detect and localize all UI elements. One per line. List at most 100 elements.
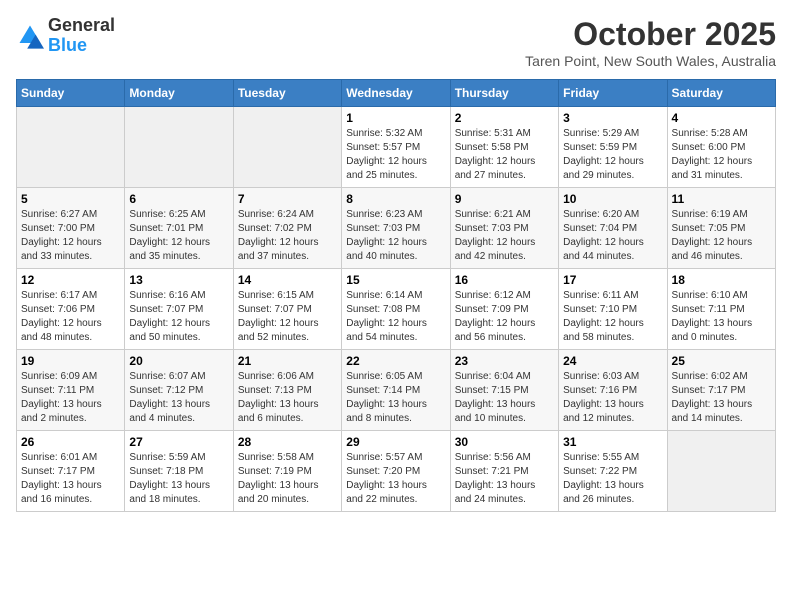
day-info: Sunrise: 6:25 AM Sunset: 7:01 PM Dayligh… (129, 208, 228, 264)
day-number: 4 (672, 111, 771, 125)
day-number: 25 (672, 354, 771, 368)
day-number: 19 (21, 354, 120, 368)
day-number: 13 (129, 273, 228, 287)
day-number: 14 (238, 273, 337, 287)
calendar-cell: 18 Sunrise: 6:10 AM Sunset: 7:11 PM Dayli… (667, 269, 775, 350)
day-number: 30 (455, 435, 554, 449)
day-info: Sunrise: 6:09 AM Sunset: 7:11 PM Dayligh… (21, 370, 120, 426)
day-info: Sunrise: 6:16 AM Sunset: 7:07 PM Dayligh… (129, 289, 228, 345)
calendar-week-row: 12Sunrise: 6:17 AM Sunset: 7:06 PM Dayli… (17, 269, 776, 350)
day-info: Sunrise: 6:12 AM Sunset: 7:09 PM Dayligh… (455, 289, 554, 345)
day-number: 5 (21, 192, 120, 206)
day-number: 29 (346, 435, 445, 449)
calendar-cell: 11 Sunrise: 6:19 AM Sunset: 7:05 PM Dayli… (667, 188, 775, 269)
day-info: Sunrise: 6:06 AM Sunset: 7:13 PM Dayligh… (238, 370, 337, 426)
location: Taren Point, New South Wales, Australia (525, 53, 776, 69)
day-number: 28 (238, 435, 337, 449)
calendar-cell: 25 Sunrise: 6:02 AM Sunset: 7:17 PM Dayli… (667, 350, 775, 431)
calendar-cell: 27 Sunrise: 5:59 AM Sunset: 7:18 PM Dayli… (125, 431, 233, 512)
day-number: 24 (563, 354, 662, 368)
day-number: 21 (238, 354, 337, 368)
day-number: 27 (129, 435, 228, 449)
calendar-week-row: 1 Sunrise: 5:32 AM Sunset: 5:57 PM Daylig… (17, 107, 776, 188)
day-number: 16 (455, 273, 554, 287)
day-number: 11 (672, 192, 771, 206)
calendar-cell: 15Sunrise: 6:14 AM Sunset: 7:08 PM Dayli… (342, 269, 450, 350)
day-info: Sunrise: 6:24 AM Sunset: 7:02 PM Dayligh… (238, 208, 337, 264)
logo-line2: Blue (48, 36, 115, 56)
day-number: 8 (346, 192, 445, 206)
calendar-cell: 7Sunrise: 6:24 AM Sunset: 7:02 PM Daylig… (233, 188, 341, 269)
calendar-cell (17, 107, 125, 188)
calendar-cell: 29 Sunrise: 5:57 AM Sunset: 7:20 PM Dayli… (342, 431, 450, 512)
calendar-cell: 19 Sunrise: 6:09 AM Sunset: 7:11 PM Dayli… (17, 350, 125, 431)
day-info: Sunrise: 5:57 AM Sunset: 7:20 PM Dayligh… (346, 451, 445, 507)
day-number: 18 (672, 273, 771, 287)
calendar-cell: 22Sunrise: 6:05 AM Sunset: 7:14 PM Dayli… (342, 350, 450, 431)
month-title: October 2025 (525, 16, 776, 53)
weekday-header: Tuesday (233, 80, 341, 107)
calendar-cell (233, 107, 341, 188)
calendar-cell: 5Sunrise: 6:27 AM Sunset: 7:00 PM Daylig… (17, 188, 125, 269)
day-info: Sunrise: 5:32 AM Sunset: 5:57 PM Dayligh… (346, 127, 445, 183)
day-number: 26 (21, 435, 120, 449)
calendar-cell: 9 Sunrise: 6:21 AM Sunset: 7:03 PM Daylig… (450, 188, 558, 269)
day-number: 10 (563, 192, 662, 206)
day-number: 6 (129, 192, 228, 206)
day-info: Sunrise: 6:07 AM Sunset: 7:12 PM Dayligh… (129, 370, 228, 426)
calendar-cell: 12Sunrise: 6:17 AM Sunset: 7:06 PM Dayli… (17, 269, 125, 350)
calendar-week-row: 26Sunrise: 6:01 AM Sunset: 7:17 PM Dayli… (17, 431, 776, 512)
calendar-week-row: 19 Sunrise: 6:09 AM Sunset: 7:11 PM Dayli… (17, 350, 776, 431)
weekday-header: Friday (559, 80, 667, 107)
day-number: 23 (455, 354, 554, 368)
day-number: 20 (129, 354, 228, 368)
calendar-cell: 3Sunrise: 5:29 AM Sunset: 5:59 PM Daylig… (559, 107, 667, 188)
calendar-cell: 21 Sunrise: 6:06 AM Sunset: 7:13 PM Dayli… (233, 350, 341, 431)
day-number: 31 (563, 435, 662, 449)
day-info: Sunrise: 6:20 AM Sunset: 7:04 PM Dayligh… (563, 208, 662, 264)
day-info: Sunrise: 6:04 AM Sunset: 7:15 PM Dayligh… (455, 370, 554, 426)
day-info: Sunrise: 6:23 AM Sunset: 7:03 PM Dayligh… (346, 208, 445, 264)
day-info: Sunrise: 5:59 AM Sunset: 7:18 PM Dayligh… (129, 451, 228, 507)
day-number: 12 (21, 273, 120, 287)
calendar-cell: 24 Sunrise: 6:03 AM Sunset: 7:16 PM Dayli… (559, 350, 667, 431)
day-info: Sunrise: 5:56 AM Sunset: 7:21 PM Dayligh… (455, 451, 554, 507)
day-info: Sunrise: 6:19 AM Sunset: 7:05 PM Dayligh… (672, 208, 771, 264)
day-number: 2 (455, 111, 554, 125)
day-info: Sunrise: 5:31 AM Sunset: 5:58 PM Dayligh… (455, 127, 554, 183)
calendar-header-row: SundayMondayTuesdayWednesdayThursdayFrid… (17, 80, 776, 107)
day-info: Sunrise: 5:55 AM Sunset: 7:22 PM Dayligh… (563, 451, 662, 507)
calendar-cell: 10 Sunrise: 6:20 AM Sunset: 7:04 PM Dayli… (559, 188, 667, 269)
calendar-cell (125, 107, 233, 188)
calendar-cell: 6 Sunrise: 6:25 AM Sunset: 7:01 PM Daylig… (125, 188, 233, 269)
logo-icon (16, 22, 44, 50)
day-info: Sunrise: 5:29 AM Sunset: 5:59 PM Dayligh… (563, 127, 662, 183)
day-info: Sunrise: 6:02 AM Sunset: 7:17 PM Dayligh… (672, 370, 771, 426)
calendar-cell: 13 Sunrise: 6:16 AM Sunset: 7:07 PM Dayli… (125, 269, 233, 350)
calendar-cell: 28Sunrise: 5:58 AM Sunset: 7:19 PM Dayli… (233, 431, 341, 512)
calendar-table: SundayMondayTuesdayWednesdayThursdayFrid… (16, 79, 776, 512)
weekday-header: Saturday (667, 80, 775, 107)
day-info: Sunrise: 6:21 AM Sunset: 7:03 PM Dayligh… (455, 208, 554, 264)
calendar-cell: 14Sunrise: 6:15 AM Sunset: 7:07 PM Dayli… (233, 269, 341, 350)
calendar-cell: 1 Sunrise: 5:32 AM Sunset: 5:57 PM Daylig… (342, 107, 450, 188)
day-number: 1 (346, 111, 445, 125)
calendar-cell: 17 Sunrise: 6:11 AM Sunset: 7:10 PM Dayli… (559, 269, 667, 350)
day-number: 9 (455, 192, 554, 206)
title-area: October 2025 Taren Point, New South Wale… (525, 16, 776, 69)
day-number: 17 (563, 273, 662, 287)
day-info: Sunrise: 6:14 AM Sunset: 7:08 PM Dayligh… (346, 289, 445, 345)
calendar-cell: 2 Sunrise: 5:31 AM Sunset: 5:58 PM Daylig… (450, 107, 558, 188)
calendar-cell: 20 Sunrise: 6:07 AM Sunset: 7:12 PM Dayli… (125, 350, 233, 431)
calendar-cell: 16 Sunrise: 6:12 AM Sunset: 7:09 PM Dayli… (450, 269, 558, 350)
logo-line1: General (48, 16, 115, 36)
weekday-header: Wednesday (342, 80, 450, 107)
calendar-cell: 4 Sunrise: 5:28 AM Sunset: 6:00 PM Daylig… (667, 107, 775, 188)
calendar-cell (667, 431, 775, 512)
day-info: Sunrise: 6:03 AM Sunset: 7:16 PM Dayligh… (563, 370, 662, 426)
day-info: Sunrise: 6:10 AM Sunset: 7:11 PM Dayligh… (672, 289, 771, 345)
day-info: Sunrise: 5:28 AM Sunset: 6:00 PM Dayligh… (672, 127, 771, 183)
weekday-header: Thursday (450, 80, 558, 107)
day-info: Sunrise: 6:11 AM Sunset: 7:10 PM Dayligh… (563, 289, 662, 345)
calendar-cell: 23 Sunrise: 6:04 AM Sunset: 7:15 PM Dayli… (450, 350, 558, 431)
